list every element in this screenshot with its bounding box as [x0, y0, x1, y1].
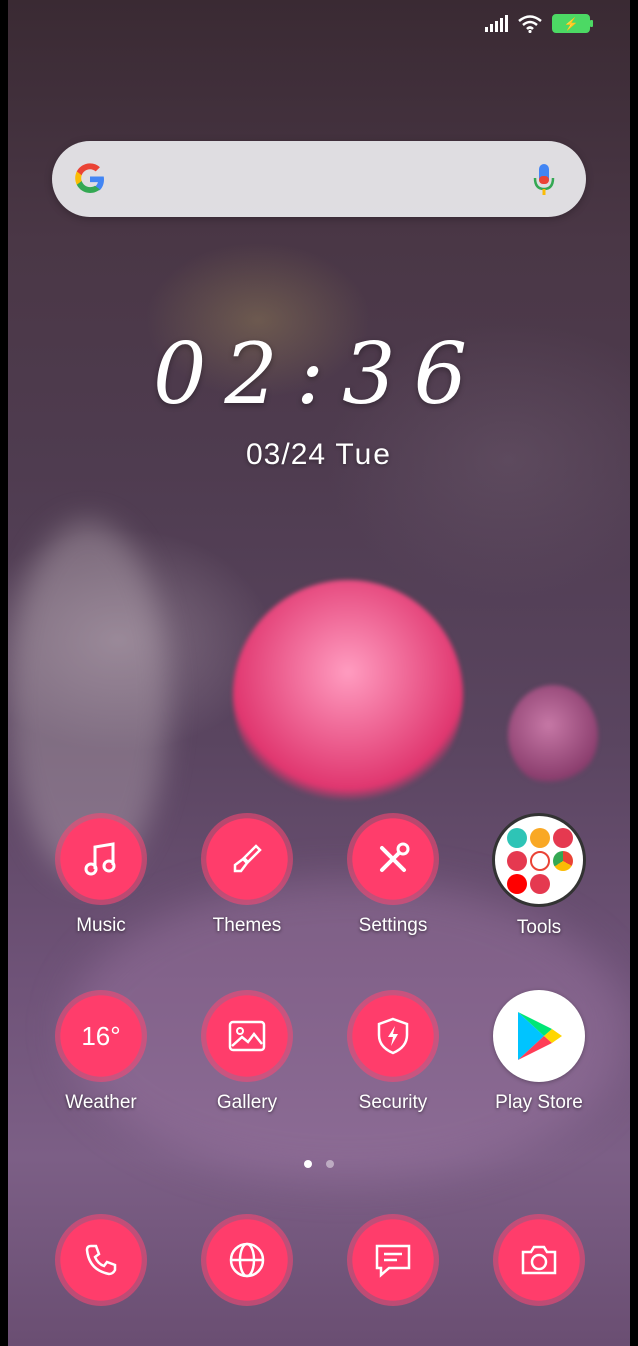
app-label: Gallery — [216, 1092, 278, 1113]
battery-charging-icon: ⚡ — [552, 14, 593, 33]
status-bar: ⚡ — [485, 14, 593, 33]
app-music[interactable]: Music — [36, 813, 166, 937]
clock-time[interactable]: 02:36 — [8, 325, 630, 423]
signal-icon — [485, 14, 508, 32]
app-security[interactable]: Security — [328, 990, 458, 1114]
paintbrush-icon — [201, 813, 293, 905]
app-label: Tools — [516, 917, 562, 938]
wallpaper-bud — [508, 685, 598, 785]
wifi-icon — [518, 14, 542, 33]
app-folder-tools[interactable]: Tools — [474, 813, 604, 939]
image-icon — [201, 990, 293, 1082]
weather-temp: 16° — [81, 1020, 121, 1051]
app-gallery[interactable]: Gallery — [182, 990, 312, 1114]
google-search-bar[interactable] — [52, 141, 586, 217]
dock-phone[interactable] — [36, 1214, 166, 1306]
weather-icon: 16° — [55, 990, 147, 1082]
app-label: Music — [76, 915, 126, 936]
phone-icon — [55, 1214, 147, 1306]
app-label: Weather — [65, 1092, 137, 1113]
page-indicator — [8, 1160, 630, 1168]
play-store-icon — [493, 990, 585, 1082]
music-note-icon — [55, 813, 147, 905]
wallpaper-lotus — [233, 580, 463, 810]
clock-date[interactable]: 03/24 Tue — [8, 438, 630, 472]
dock-messages[interactable] — [328, 1214, 458, 1306]
app-weather[interactable]: 16° Weather — [36, 990, 166, 1114]
camera-icon — [493, 1214, 585, 1306]
home-screen: ⚡ 02:36 03/24 Tue Music Themes Settings … — [8, 0, 630, 1346]
google-logo — [75, 163, 104, 193]
app-label: Security — [358, 1092, 428, 1113]
tools-icon — [347, 813, 439, 905]
dock-browser[interactable] — [182, 1214, 312, 1306]
day-text: Tue — [335, 438, 392, 471]
app-play-store[interactable]: Play Store — [474, 990, 604, 1114]
date-text: 03/24 — [245, 438, 327, 471]
microphone-icon[interactable] — [532, 163, 556, 197]
page-dot[interactable] — [326, 1160, 334, 1168]
message-icon — [347, 1214, 439, 1306]
globe-icon — [201, 1214, 293, 1306]
page-dot-active[interactable] — [304, 1160, 312, 1168]
app-label: Themes — [212, 915, 282, 936]
app-settings[interactable]: Settings — [328, 813, 458, 937]
dock-camera[interactable] — [474, 1214, 604, 1306]
folder-icon — [492, 813, 586, 907]
app-label: Play Store — [495, 1092, 583, 1113]
app-themes[interactable]: Themes — [182, 813, 312, 937]
shield-bolt-icon — [347, 990, 439, 1082]
app-label: Settings — [358, 915, 428, 936]
